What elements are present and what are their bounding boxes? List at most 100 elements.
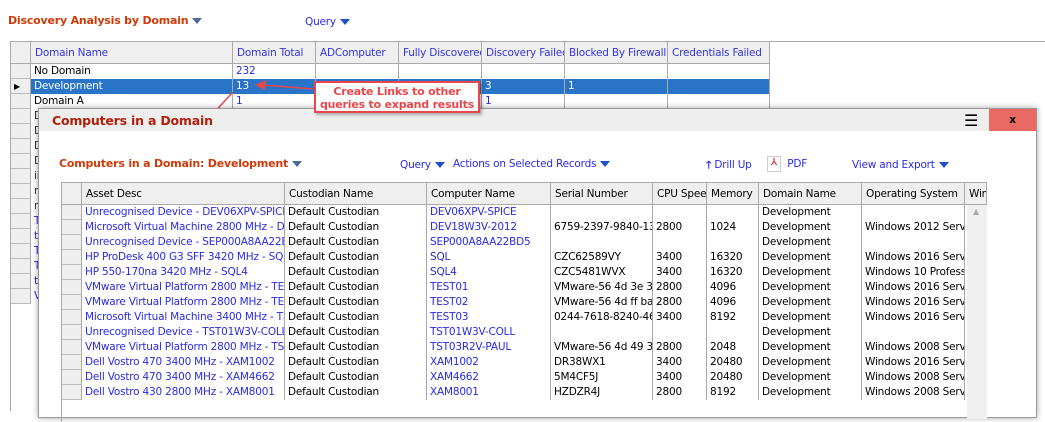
- chevron-down-icon: [600, 161, 611, 167]
- table-cell: Windows 2016 Server: [862, 310, 965, 325]
- table-cell[interactable]: VMware Virtual Platform 2800 MHz - TEST0…: [82, 295, 285, 310]
- table-row[interactable]: HP 550-170na 3420 MHz - SQL4 Default Cust…: [62, 265, 987, 280]
- table-cell: 4096: [707, 280, 759, 295]
- table-cell: [707, 205, 759, 220]
- row-selector[interactable]: [62, 250, 82, 265]
- table-cell[interactable]: TST01W3V-COLL: [427, 325, 551, 340]
- table-row[interactable]: VMware Virtual Platform 2800 MHz - TST03…: [62, 340, 987, 355]
- table-cell[interactable]: XAM1002: [427, 355, 551, 370]
- table-cell[interactable]: TEST02: [427, 295, 551, 310]
- dialog-title[interactable]: Computers in a Domain: Development: [59, 157, 303, 170]
- column-header[interactable]: Computer Name: [427, 183, 551, 204]
- table-row[interactable]: VMware Virtual Platform 2800 MHz - TEST0…: [62, 280, 987, 295]
- table-cell[interactable]: Unrecognised Device - TST01W3V-COLL: [82, 325, 285, 340]
- table-cell: 0244-7618-8240-466: [551, 310, 653, 325]
- row-selector[interactable]: [62, 310, 82, 325]
- row-selector[interactable]: [62, 370, 82, 385]
- table-cell: Default Custodian: [285, 340, 427, 355]
- row-selector[interactable]: [62, 385, 82, 400]
- row-selector[interactable]: [62, 355, 82, 370]
- column-header[interactable]: Serial Number: [551, 183, 653, 204]
- row-selector[interactable]: [62, 205, 82, 220]
- table-cell: VMware-56 4d 3e 32: [551, 280, 653, 295]
- row-selector[interactable]: [62, 340, 82, 355]
- column-header[interactable]: Operating System: [862, 183, 965, 204]
- table-cell: VMware-56 4d ff ba 2: [551, 295, 653, 310]
- table-cell[interactable]: Dell Vostro 470 3400 MHz - XAM1002: [82, 355, 285, 370]
- table-cell[interactable]: DEV06XPV-SPICE: [427, 205, 551, 220]
- table-cell: [653, 205, 707, 220]
- column-header[interactable]: Win: [965, 183, 987, 204]
- row-selector[interactable]: [62, 265, 82, 280]
- table-row[interactable]: HP ProDesk 400 G3 SFF 3420 MHz - SQL Defa…: [62, 250, 987, 265]
- table-cell[interactable]: SQL: [427, 250, 551, 265]
- scroll-up-icon[interactable]: ▲: [973, 207, 979, 216]
- table-cell: [653, 235, 707, 250]
- table-cell: Development: [759, 295, 862, 310]
- table-row[interactable]: Microsoft Virtual Machine 3400 MHz - TES…: [62, 310, 987, 325]
- table-cell: [707, 235, 759, 250]
- table-cell[interactable]: VMware Virtual Platform 2800 MHz - TST03…: [82, 340, 285, 355]
- table-cell[interactable]: XAM4662: [427, 370, 551, 385]
- dialog-title-bar[interactable]: Computers in a Domain ☰ x: [39, 109, 1036, 131]
- column-header[interactable]: Asset Desc: [82, 183, 285, 204]
- table-cell: Development: [759, 355, 862, 370]
- dialog-query-menu[interactable]: Query: [400, 159, 445, 171]
- row-selector[interactable]: [62, 235, 82, 250]
- table-row[interactable]: Unrecognised Device - TST01W3V-COLL Defau…: [62, 325, 987, 340]
- menu-icon[interactable]: ☰: [964, 111, 978, 130]
- chevron-down-icon: [292, 161, 303, 167]
- table-cell[interactable]: HP 550-170na 3420 MHz - SQL4: [82, 265, 285, 280]
- table-cell: 8192: [707, 310, 759, 325]
- table-row[interactable]: VMware Virtual Platform 2800 MHz - TEST0…: [62, 295, 987, 310]
- column-header[interactable]: CPU Speed: [653, 183, 707, 204]
- table-cell[interactable]: SEP000A8AA22BD5: [427, 235, 551, 250]
- table-cell[interactable]: Dell Vostro 430 2800 MHz - XAM8001: [82, 385, 285, 400]
- table-cell: Default Custodian: [285, 265, 427, 280]
- table-cell: Windows 2008 Server: [862, 370, 965, 385]
- row-selector[interactable]: [62, 295, 82, 310]
- table-cell[interactable]: VMware Virtual Platform 2800 MHz - TEST0…: [82, 280, 285, 295]
- table-row[interactable]: Unrecognised Device - SEP000A8AA22BD5 Def…: [62, 235, 987, 250]
- vertical-scrollbar[interactable]: ▲: [967, 205, 987, 419]
- row-selector[interactable]: [62, 220, 82, 235]
- table-cell[interactable]: HP ProDesk 400 G3 SFF 3420 MHz - SQL: [82, 250, 285, 265]
- table-cell[interactable]: TST03R2V-PAUL: [427, 340, 551, 355]
- pdf-icon: ⅄: [767, 156, 781, 172]
- table-cell: 2800: [653, 385, 707, 400]
- table-cell[interactable]: Unrecognised Device - DEV06XPV-SPICE: [82, 205, 285, 220]
- table-cell[interactable]: Microsoft Virtual Machine 3400 MHz - TES…: [82, 310, 285, 325]
- drill-up-button[interactable]: 🡑 Drill Up: [706, 157, 752, 175]
- table-cell[interactable]: TEST03: [427, 310, 551, 325]
- table-cell: 3400: [653, 265, 707, 280]
- computers-dialog: Computers in a Domain ☰ x Computers in a…: [38, 108, 1037, 422]
- table-cell: Development: [759, 235, 862, 250]
- close-button[interactable]: x: [989, 109, 1036, 131]
- table-cell[interactable]: Microsoft Virtual Machine 2800 MHz - DEV…: [82, 220, 285, 235]
- view-export-label: View and Export: [852, 159, 935, 171]
- table-row[interactable]: Dell Vostro 430 2800 MHz - XAM8001 Defaul…: [62, 385, 987, 400]
- table-cell[interactable]: TEST01: [427, 280, 551, 295]
- row-header-corner: [62, 183, 82, 204]
- table-row[interactable]: Dell Vostro 470 3400 MHz - XAM1002 Defaul…: [62, 355, 987, 370]
- table-row[interactable]: Dell Vostro 470 3400 MHz - XAM4662 Defaul…: [62, 370, 987, 385]
- column-header[interactable]: Domain Name: [759, 183, 862, 204]
- table-cell: Development: [759, 250, 862, 265]
- pdf-button[interactable]: ⅄ PDF: [767, 156, 807, 172]
- table-cell: CZC62589VY: [551, 250, 653, 265]
- table-cell[interactable]: Unrecognised Device - SEP000A8AA22BD5: [82, 235, 285, 250]
- row-selector[interactable]: [62, 280, 82, 295]
- table-cell[interactable]: DEV18W3V-2012: [427, 220, 551, 235]
- table-cell[interactable]: SQL4: [427, 265, 551, 280]
- row-selector[interactable]: [62, 325, 82, 340]
- actions-menu[interactable]: Actions on Selected Records: [453, 158, 611, 170]
- annotation-callout: Create Links to other queries to expand …: [314, 81, 480, 113]
- column-header[interactable]: Memory: [707, 183, 759, 204]
- view-export-menu[interactable]: View and Export: [852, 159, 949, 171]
- table-row[interactable]: Microsoft Virtual Machine 2800 MHz - DEV…: [62, 220, 987, 235]
- table-cell[interactable]: Dell Vostro 470 3400 MHz - XAM4662: [82, 370, 285, 385]
- table-cell[interactable]: XAM8001: [427, 385, 551, 400]
- table-cell: Default Custodian: [285, 310, 427, 325]
- column-header[interactable]: Custodian Name: [285, 183, 427, 204]
- table-row[interactable]: Unrecognised Device - DEV06XPV-SPICE Defa…: [62, 205, 987, 220]
